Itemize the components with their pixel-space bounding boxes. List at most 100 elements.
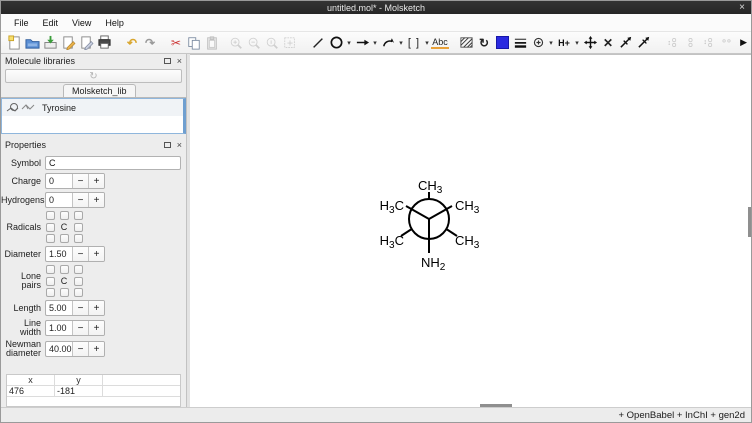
lone-pair-checkbox[interactable] xyxy=(74,288,83,297)
menu-view[interactable]: View xyxy=(65,16,98,30)
radical-checkbox[interactable] xyxy=(46,223,55,232)
lone-pair-icon[interactable] xyxy=(681,34,699,52)
properties-close-icon[interactable]: × xyxy=(177,140,182,150)
tab-molsketch-lib[interactable]: Molsketch_lib xyxy=(63,84,136,97)
lone-pair-checkbox[interactable] xyxy=(74,277,83,286)
curved-arrow-icon[interactable] xyxy=(379,34,397,52)
ring-dropdown-icon[interactable]: ▾ xyxy=(345,39,353,47)
radical-dot-icon[interactable] xyxy=(699,34,717,52)
horizontal-scrollbar-thumb[interactable] xyxy=(480,404,512,407)
window-close-button[interactable]: × xyxy=(739,1,745,14)
redo-icon[interactable]: ↷ xyxy=(141,34,159,52)
diameter-value[interactable]: 1.50 xyxy=(46,247,72,261)
radical-pair-icon[interactable] xyxy=(717,34,735,52)
save-icon[interactable] xyxy=(41,34,59,52)
library-refresh-button[interactable]: ↻ xyxy=(5,69,182,83)
menu-edit[interactable]: Edit xyxy=(36,16,66,30)
diameter-increment-button[interactable]: + xyxy=(88,247,104,261)
export-icon[interactable] xyxy=(77,34,95,52)
hydrogens-increment-button[interactable]: + xyxy=(88,193,104,207)
atom-label-upper-left[interactable]: H3C xyxy=(380,198,404,216)
atom-label-upper-right[interactable]: CH3 xyxy=(455,198,480,216)
line-width-icon[interactable] xyxy=(511,34,529,52)
radical-checkbox[interactable] xyxy=(74,223,83,232)
electron-pair-icon[interactable] xyxy=(663,34,681,52)
toolbar-extension-icon[interactable]: ▶ xyxy=(740,37,747,48)
curved-arrow-dropdown-icon[interactable]: ▾ xyxy=(397,39,405,47)
print-icon[interactable] xyxy=(95,34,113,52)
length-decrement-button[interactable]: − xyxy=(72,301,88,315)
list-item-tyrosine[interactable]: Tyrosine xyxy=(2,99,183,116)
menu-help[interactable]: Help xyxy=(98,16,131,30)
lone-pair-checkbox[interactable] xyxy=(46,288,55,297)
hydrogens-decrement-button[interactable]: − xyxy=(72,193,88,207)
charge-tool-icon[interactable] xyxy=(529,34,547,52)
line-width-increment-button[interactable]: + xyxy=(88,321,104,335)
rotate-icon[interactable]: ↻ xyxy=(475,34,493,52)
properties-float-icon[interactable] xyxy=(164,142,171,148)
radical-checkbox[interactable] xyxy=(46,211,55,220)
cell-x-value[interactable]: 476 xyxy=(7,386,55,397)
newman-diameter-decrement-button[interactable]: − xyxy=(72,342,88,356)
menu-file[interactable]: File xyxy=(7,16,36,30)
save-as-icon[interactable] xyxy=(59,34,77,52)
library-close-icon[interactable]: × xyxy=(177,56,182,66)
arrow-dropdown-icon[interactable]: ▾ xyxy=(371,39,379,47)
color-swatch[interactable] xyxy=(493,34,511,52)
zoom-in-icon[interactable] xyxy=(227,34,245,52)
length-increment-button[interactable]: + xyxy=(88,301,104,315)
charge-value[interactable]: 0 xyxy=(46,174,72,188)
hatch-fill-icon[interactable] xyxy=(457,34,475,52)
cut-icon[interactable]: ✂ xyxy=(167,34,185,52)
lone-pair-checkbox[interactable] xyxy=(60,288,69,297)
atom-label-top[interactable]: CH3 xyxy=(418,178,443,196)
molecule-bonds[interactable] xyxy=(401,192,457,253)
mechanism-arrow-alt-icon[interactable] xyxy=(635,34,653,52)
charge-increment-button[interactable]: + xyxy=(88,174,104,188)
zoom-original-icon[interactable] xyxy=(263,34,281,52)
symbol-input[interactable] xyxy=(45,156,181,170)
radical-checkbox[interactable] xyxy=(46,234,55,243)
line-width-value[interactable]: 1.00 xyxy=(46,321,72,335)
open-file-icon[interactable] xyxy=(23,34,41,52)
newman-diameter-value[interactable]: 40.00 xyxy=(46,342,72,356)
draw-bond-icon[interactable] xyxy=(309,34,327,52)
text-tool-icon[interactable]: Abc xyxy=(431,34,449,52)
new-file-icon[interactable] xyxy=(5,34,23,52)
radical-checkbox[interactable] xyxy=(74,234,83,243)
library-float-icon[interactable] xyxy=(164,58,171,64)
charge-decrement-button[interactable]: − xyxy=(72,174,88,188)
charge-dropdown-icon[interactable]: ▾ xyxy=(547,39,555,47)
move-tool-icon[interactable] xyxy=(581,34,599,52)
atom-label-lower-left[interactable]: H3C xyxy=(380,233,404,251)
atom-label-bottom[interactable]: NH2 xyxy=(421,255,446,273)
mechanism-arrow-icon[interactable] xyxy=(617,34,635,52)
newman-projection-molecule[interactable]: CH3 H3C CH3 H3C CH3 NH2 xyxy=(350,154,510,284)
lone-pair-checkbox[interactable] xyxy=(60,265,69,274)
lone-pair-checkbox[interactable] xyxy=(46,265,55,274)
line-width-decrement-button[interactable]: − xyxy=(72,321,88,335)
paste-icon[interactable] xyxy=(203,34,221,52)
radical-checkbox[interactable] xyxy=(60,211,69,220)
radical-checkbox[interactable] xyxy=(60,234,69,243)
hydrogens-value[interactable]: 0 xyxy=(46,193,72,207)
drawing-canvas[interactable]: CH3 H3C CH3 H3C CH3 NH2 xyxy=(190,54,751,407)
bracket-tool-icon[interactable]: [ ] xyxy=(405,34,423,52)
bracket-dropdown-icon[interactable]: ▾ xyxy=(423,39,431,47)
radical-checkbox[interactable] xyxy=(74,211,83,220)
cell-y-value[interactable]: -181 xyxy=(55,386,103,397)
zoom-fit-icon[interactable] xyxy=(281,34,299,52)
length-value[interactable]: 5.00 xyxy=(46,301,72,315)
newman-diameter-increment-button[interactable]: + xyxy=(88,342,104,356)
vertical-scrollbar-thumb[interactable] xyxy=(748,207,751,237)
lone-pair-checkbox[interactable] xyxy=(74,265,83,274)
undo-icon[interactable]: ↶ xyxy=(123,34,141,52)
ring-tool-icon[interactable] xyxy=(327,34,345,52)
reaction-arrow-icon[interactable] xyxy=(353,34,371,52)
hydrogen-dropdown-icon[interactable]: ▾ xyxy=(573,39,581,47)
copy-icon[interactable] xyxy=(185,34,203,52)
zoom-out-icon[interactable] xyxy=(245,34,263,52)
delete-tool-icon[interactable]: ✕ xyxy=(599,34,617,52)
lone-pair-checkbox[interactable] xyxy=(46,277,55,286)
column-header-y[interactable]: y xyxy=(55,375,103,386)
